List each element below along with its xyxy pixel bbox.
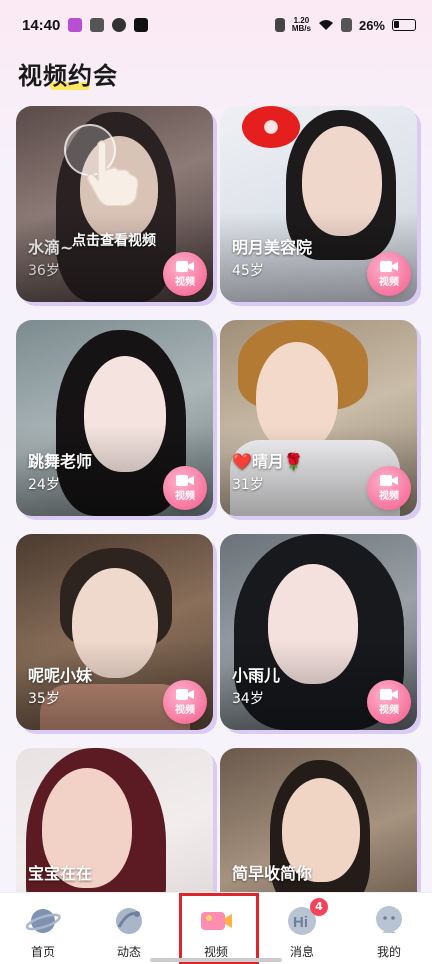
card-name: 小雨儿 [232, 666, 281, 685]
camera-icon [380, 474, 398, 486]
video-badge-label: 视频 [379, 276, 399, 288]
active-tab-highlight [179, 893, 259, 964]
card-name: ❤️晴月🌹 [232, 452, 304, 471]
video-call-button[interactable]: 视频 [367, 252, 411, 296]
video-card[interactable]: 明月美容院 45岁 视频 [220, 106, 417, 302]
video-card[interactable]: 点击查看视频 水滴~ 36岁 视频 [16, 106, 213, 302]
video-call-button[interactable]: 视频 [367, 680, 411, 724]
video-badge-label: 视频 [379, 490, 399, 502]
flower-decoration-icon [242, 106, 300, 148]
card-age: 45岁 [232, 263, 264, 279]
video-badge-label: 视频 [175, 276, 195, 288]
video-card[interactable]: 呢呢小妹 35岁 视频 [16, 534, 213, 730]
camera-icon [176, 688, 194, 700]
video-badge-label: 视频 [175, 490, 195, 502]
video-call-button[interactable]: 视频 [163, 466, 207, 510]
nav-label-home: 首页 [30, 945, 55, 959]
video-call-button[interactable]: 视频 [163, 680, 207, 724]
video-card[interactable]: 跳舞老师 24岁 视频 [16, 320, 213, 516]
video-call-button[interactable]: 视频 [163, 252, 207, 296]
nav-label-profile: 我的 [376, 945, 401, 959]
video-grid: 点击查看视频 水滴~ 36岁 视频 明月美容院 45岁 视频 跳舞老师 24岁 … [0, 0, 432, 964]
nav-item-moments[interactable]: 动态 [86, 897, 172, 961]
home-indicator [150, 958, 282, 962]
svg-text:Hi: Hi [293, 914, 308, 931]
hand-pointer-icon [86, 140, 139, 206]
video-card[interactable]: ❤️晴月🌹 31岁 视频 [220, 320, 417, 516]
camera-icon [176, 260, 194, 272]
card-age: 36岁 [28, 263, 60, 279]
message-count-badge: 4 [310, 898, 328, 916]
planet-icon [25, 909, 61, 933]
tap-hint-text: 点击查看视频 [72, 233, 156, 249]
card-name: 简早收简你 [232, 864, 313, 883]
profile-icon [376, 906, 402, 933]
video-badge-label: 视频 [379, 704, 399, 716]
nav-item-messages[interactable]: Hi 消息 [259, 897, 345, 961]
card-name: 水滴~ [28, 238, 74, 257]
card-name: 跳舞老师 [28, 452, 93, 471]
video-badge-label: 视频 [175, 704, 195, 716]
card-name: 呢呢小妹 [28, 666, 93, 685]
card-age: 35岁 [28, 691, 60, 707]
card-age: 34岁 [232, 691, 264, 707]
card-age: 31岁 [232, 477, 264, 493]
video-card[interactable]: 小雨儿 34岁 视频 [220, 534, 417, 730]
camera-icon [380, 260, 398, 272]
card-name: 宝宝在在 [28, 864, 93, 883]
camera-icon [176, 474, 194, 486]
video-call-button[interactable]: 视频 [367, 466, 411, 510]
card-age: 24岁 [28, 477, 60, 493]
nav-item-profile[interactable]: 我的 [346, 897, 432, 961]
nav-item-home[interactable]: 首页 [0, 897, 86, 961]
moments-icon [116, 908, 142, 934]
card-name: 明月美容院 [232, 238, 313, 257]
camera-icon [380, 688, 398, 700]
